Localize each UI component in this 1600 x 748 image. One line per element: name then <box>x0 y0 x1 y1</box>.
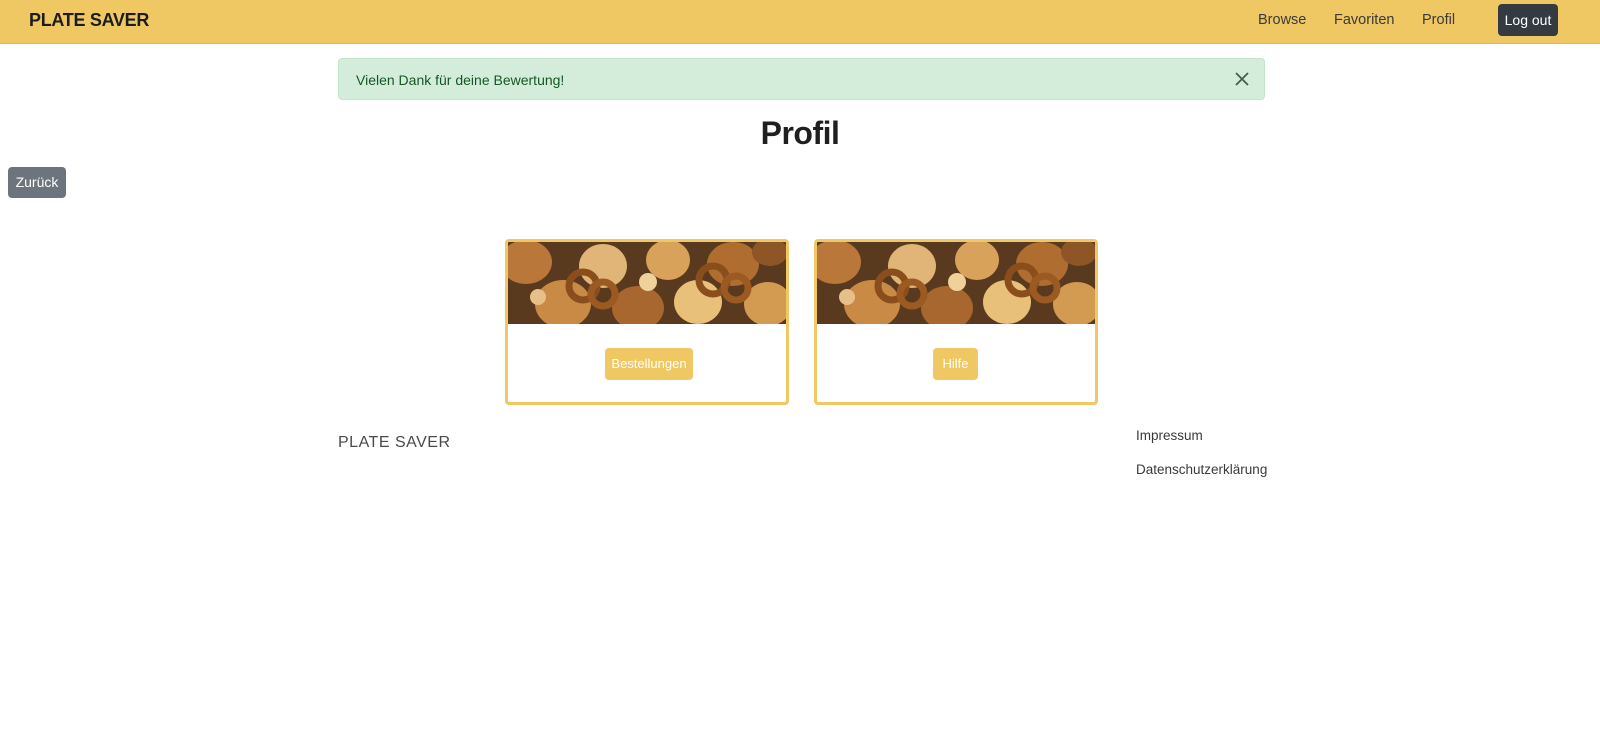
page-title: Profil <box>760 115 840 151</box>
alert-message: Vielen Dank für deine Bewertung! <box>356 72 565 88</box>
success-alert: Vielen Dank für deine Bewertung! <box>338 58 1265 100</box>
bestellungen-button[interactable]: Bestellungen <box>605 348 693 380</box>
navbar-brand[interactable]: PLATE SAVER <box>29 10 149 31</box>
card-bestellungen: Bestellungen <box>505 239 789 405</box>
footer-link-datenschutz[interactable]: Datenschutzerklärung <box>1136 462 1267 477</box>
nav-link-favoriten[interactable]: Favoriten <box>1334 12 1394 28</box>
navbar: PLATE SAVER Browse Favoriten Profil Log … <box>0 0 1600 44</box>
baked-goods-image <box>508 242 786 324</box>
back-button[interactable]: Zurück <box>8 167 66 198</box>
nav-link-profil[interactable]: Profil <box>1422 12 1455 28</box>
hilfe-button[interactable]: Hilfe <box>933 348 978 380</box>
footer-link-impressum[interactable]: Impressum <box>1136 428 1203 443</box>
nav-link-browse[interactable]: Browse <box>1258 12 1306 28</box>
close-icon[interactable] <box>1232 69 1252 89</box>
footer-brand: PLATE SAVER <box>338 434 451 451</box>
baked-goods-image <box>817 242 1095 324</box>
card-hilfe: Hilfe <box>814 239 1098 405</box>
logout-button[interactable]: Log out <box>1498 4 1558 36</box>
